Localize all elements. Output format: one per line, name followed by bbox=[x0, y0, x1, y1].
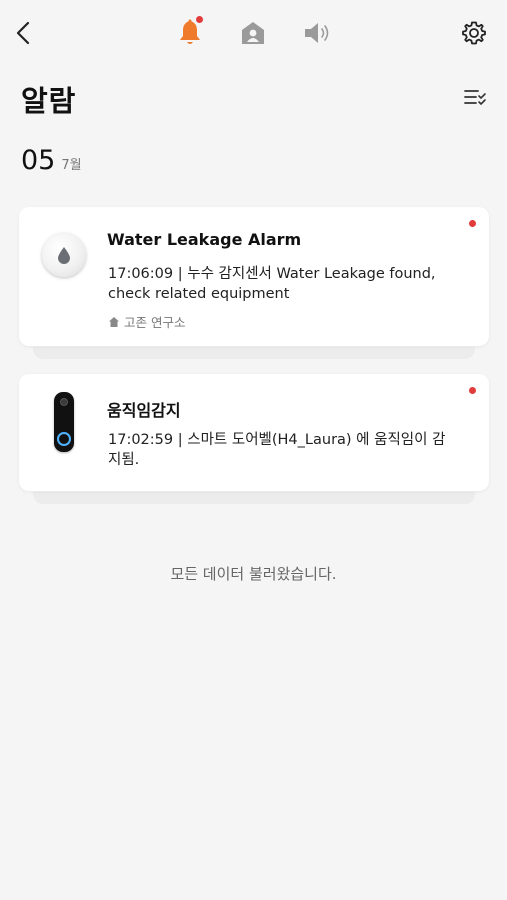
speaker-icon bbox=[305, 23, 329, 43]
water-leak-sensor-icon bbox=[42, 233, 86, 277]
date-group-header: 05 7월 bbox=[21, 146, 82, 176]
doorbell-button-icon bbox=[57, 432, 71, 446]
page-title: 알람 bbox=[21, 84, 77, 118]
settings-button[interactable] bbox=[457, 16, 491, 50]
alarm-tab[interactable] bbox=[173, 16, 207, 50]
card-stack-shadow bbox=[33, 492, 475, 504]
gear-icon bbox=[462, 21, 486, 45]
alarm-body: 17:02:59 | 스마트 도어벨(H4_Laura) 에 움직임이 감지됨. bbox=[108, 432, 446, 468]
alarm-card-surface[interactable]: Water Leakage Alarm 17:06:09 | 누수 감지센서 W… bbox=[19, 207, 489, 346]
alarm-title: 움직임감지 bbox=[107, 401, 181, 420]
date-month: 7월 bbox=[61, 158, 82, 173]
camera-lens-icon bbox=[60, 398, 68, 406]
alarm-location: 고존 연구소 bbox=[108, 312, 185, 331]
card-stack-shadow bbox=[33, 347, 475, 359]
alarm-body: 17:06:09 | 누수 감지센서 Water Leakage found, … bbox=[108, 266, 436, 302]
top-nav-bar bbox=[0, 0, 507, 66]
home-small-icon bbox=[108, 316, 120, 328]
alarm-card-surface[interactable]: 움직임감지 17:02:59 | 스마트 도어벨(H4_Laura) 에 움직임… bbox=[19, 374, 489, 491]
filter-button[interactable] bbox=[460, 84, 490, 110]
end-of-list-message: 모든 데이터 불러왔습니다. bbox=[170, 565, 337, 583]
back-icon bbox=[16, 21, 30, 45]
unread-dot bbox=[469, 220, 476, 227]
smart-doorbell-icon bbox=[54, 392, 74, 452]
date-day: 05 bbox=[21, 145, 56, 176]
unread-dot bbox=[469, 387, 476, 394]
home-tab[interactable] bbox=[236, 16, 270, 50]
back-button[interactable] bbox=[6, 16, 40, 50]
home-icon bbox=[242, 22, 264, 44]
alarm-title: Water Leakage Alarm bbox=[107, 230, 302, 249]
alarm-location-label: 고존 연구소 bbox=[124, 315, 186, 330]
bell-icon bbox=[180, 19, 200, 44]
water-drop-icon bbox=[58, 247, 70, 264]
checklist-filter-icon bbox=[464, 90, 486, 105]
notification-dot bbox=[196, 16, 203, 23]
sound-tab[interactable] bbox=[300, 16, 334, 50]
